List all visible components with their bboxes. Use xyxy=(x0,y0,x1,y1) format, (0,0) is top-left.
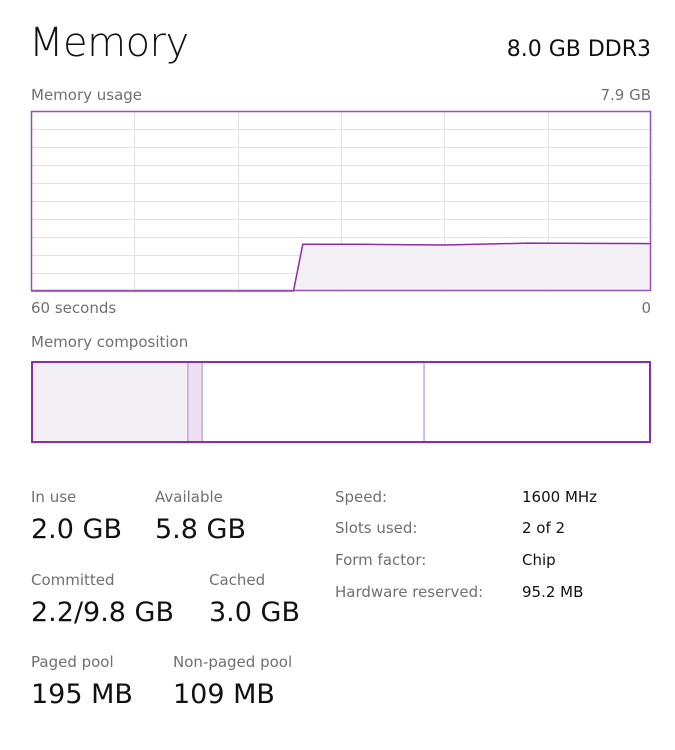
paged-pool-value: 195 MB xyxy=(31,679,133,710)
time-right-label: 0 xyxy=(641,299,651,317)
non-paged-pool-value: 109 MB xyxy=(173,679,275,710)
available-value: 5.8 GB xyxy=(155,514,246,545)
memory-capacity: 8.0 GB DDR3 xyxy=(506,37,651,62)
form-factor-label: Form factor: xyxy=(335,551,427,569)
cached-label: Cached xyxy=(209,571,266,589)
paged-pool-label: Paged pool xyxy=(31,653,114,671)
committed-value: 2.2/9.8 GB xyxy=(31,597,175,628)
memory-composition-bar xyxy=(31,361,651,443)
form-factor-value: Chip xyxy=(522,551,556,569)
page-title: Memory xyxy=(29,20,189,66)
committed-label: Committed xyxy=(31,571,115,589)
hardware-reserved-value: 95.2 MB xyxy=(522,583,584,601)
slots-used-label: Slots used: xyxy=(335,519,418,537)
speed-label: Speed: xyxy=(335,488,388,506)
non-paged-pool-label: Non-paged pool xyxy=(173,653,293,671)
in-use-label: In use xyxy=(31,488,77,506)
memory-usage-graph xyxy=(30,110,652,292)
slots-used-value: 2 of 2 xyxy=(522,519,566,537)
hardware-reserved-label: Hardware reserved: xyxy=(335,583,484,601)
composition-segment-free xyxy=(424,361,651,443)
composition-segment-standby xyxy=(202,361,425,443)
available-label: Available xyxy=(155,488,223,506)
usage-area xyxy=(31,243,651,291)
memory-composition-label: Memory composition xyxy=(31,333,189,351)
memory-usage-max: 7.9 GB xyxy=(600,86,651,104)
speed-value: 1600 MHz xyxy=(522,488,598,506)
cached-value: 3.0 GB xyxy=(209,597,300,628)
composition-segment-in-use xyxy=(31,361,188,443)
time-left-label: 60 seconds xyxy=(31,299,117,317)
in-use-value: 2.0 GB xyxy=(31,514,122,545)
composition-segment-modified xyxy=(187,361,203,443)
memory-usage-label: Memory usage xyxy=(31,86,143,104)
